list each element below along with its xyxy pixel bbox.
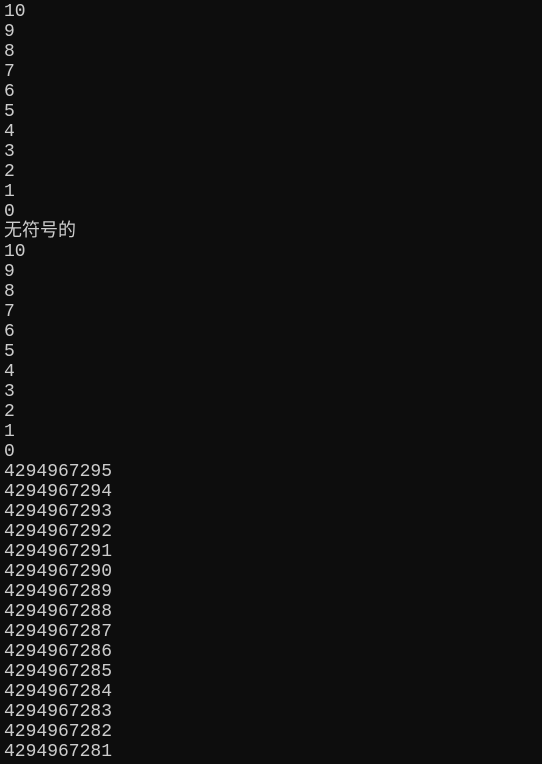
output-line: 4294967293 [4, 502, 538, 522]
output-line: 7 [4, 62, 538, 82]
output-line: 0 [4, 202, 538, 222]
output-line: 4294967287 [4, 622, 538, 642]
output-line: 4294967294 [4, 482, 538, 502]
output-line: 1 [4, 422, 538, 442]
output-line: 4294967282 [4, 722, 538, 742]
output-line: 10 [4, 2, 538, 22]
output-line: 2 [4, 162, 538, 182]
output-line: 4 [4, 362, 538, 382]
output-line: 4294967281 [4, 742, 538, 762]
output-line: 5 [4, 342, 538, 362]
output-line: 2 [4, 402, 538, 422]
output-line: 10 [4, 242, 538, 262]
output-line: 1 [4, 182, 538, 202]
output-line: 4294967283 [4, 702, 538, 722]
output-line: 4294967286 [4, 642, 538, 662]
output-line: 4294967295 [4, 462, 538, 482]
output-line: 3 [4, 142, 538, 162]
output-line: 6 [4, 322, 538, 342]
output-line: 4294967289 [4, 582, 538, 602]
output-line: 4294967288 [4, 602, 538, 622]
output-line: 无符号的 [4, 222, 538, 242]
output-line: 6 [4, 82, 538, 102]
output-line: 9 [4, 22, 538, 42]
console-output: 109876543210无符号的109876543210429496729542… [4, 2, 538, 762]
output-line: 4294967285 [4, 662, 538, 682]
output-line: 7 [4, 302, 538, 322]
output-line: 5 [4, 102, 538, 122]
output-line: 9 [4, 262, 538, 282]
output-line: 4 [4, 122, 538, 142]
output-line: 4294967292 [4, 522, 538, 542]
output-line: 8 [4, 282, 538, 302]
output-line: 4294967291 [4, 542, 538, 562]
output-line: 3 [4, 382, 538, 402]
output-line: 8 [4, 42, 538, 62]
output-line: 0 [4, 442, 538, 462]
output-line: 4294967290 [4, 562, 538, 582]
output-line: 4294967284 [4, 682, 538, 702]
